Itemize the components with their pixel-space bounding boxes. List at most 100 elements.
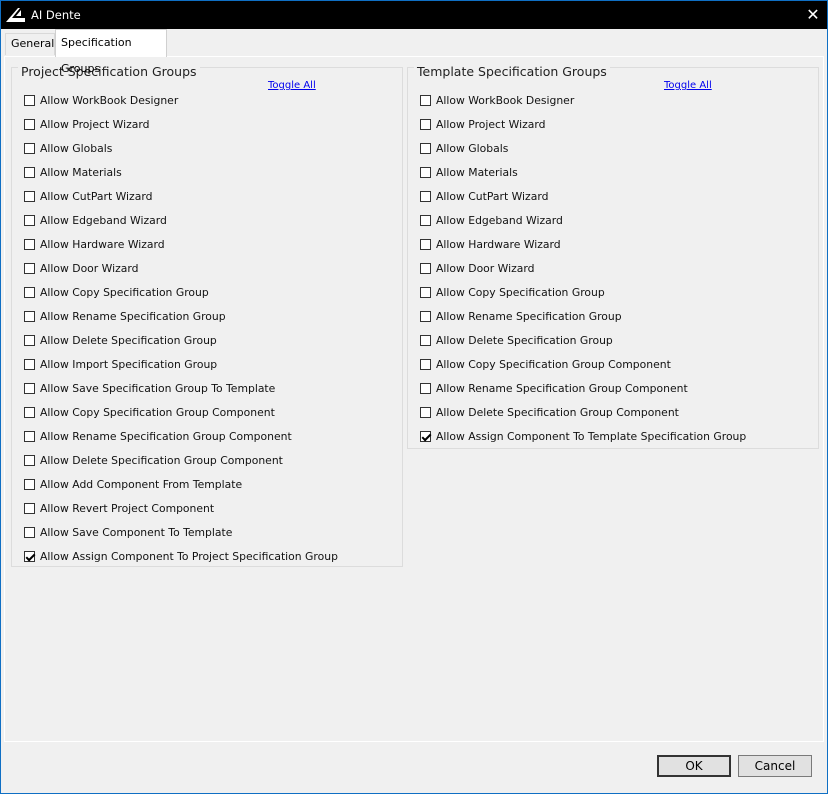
checkbox-label[interactable]: Allow CutPart Wizard <box>436 190 548 203</box>
checkbox[interactable] <box>420 118 431 130</box>
checkbox-label[interactable]: Allow Rename Specification Group <box>436 310 622 323</box>
checkbox-item[interactable]: Allow Materials <box>24 160 338 184</box>
checkbox-label[interactable]: Allow Assign Component To Project Specif… <box>40 550 338 563</box>
checkbox[interactable] <box>420 214 431 226</box>
checkbox-checked[interactable] <box>24 550 35 562</box>
checkbox[interactable] <box>420 190 431 202</box>
checkbox-label[interactable]: Allow WorkBook Designer <box>436 94 574 107</box>
checkbox-item[interactable]: Allow Project Wizard <box>24 112 338 136</box>
checkbox-label[interactable]: Allow Copy Specification Group <box>40 286 209 299</box>
checkbox[interactable] <box>24 238 35 250</box>
checkbox[interactable] <box>24 214 35 226</box>
checkbox[interactable] <box>420 166 431 178</box>
checkbox[interactable] <box>420 94 431 106</box>
checkbox-item[interactable]: Allow Add Component From Template <box>24 472 338 496</box>
checkbox-item[interactable]: Allow Edgeband Wizard <box>24 208 338 232</box>
checkbox-label[interactable]: Allow Rename Specification Group Compone… <box>40 430 292 443</box>
checkbox-label[interactable]: Allow Hardware Wizard <box>40 238 165 251</box>
checkbox[interactable] <box>24 94 35 106</box>
close-icon[interactable]: ✕ <box>799 1 827 29</box>
checkbox-label[interactable]: Allow Revert Project Component <box>40 502 214 515</box>
checkbox-item[interactable]: Allow Rename Specification Group Compone… <box>420 376 746 400</box>
checkbox[interactable] <box>24 478 35 490</box>
checkbox-label[interactable]: Allow Add Component From Template <box>40 478 242 491</box>
checkbox[interactable] <box>420 262 431 274</box>
checkbox-item[interactable]: Allow Rename Specification Group Compone… <box>24 424 338 448</box>
checkbox-item[interactable]: Allow Copy Specification Group <box>420 280 746 304</box>
checkbox-label[interactable]: Allow Delete Specification Group Compone… <box>436 406 679 419</box>
checkbox-item[interactable]: Allow CutPart Wizard <box>24 184 338 208</box>
checkbox-label[interactable]: Allow Save Specification Group To Templa… <box>40 382 275 395</box>
checkbox-item[interactable]: Allow Assign Component To Project Specif… <box>24 544 338 568</box>
ok-button[interactable]: OK <box>657 755 731 777</box>
checkbox-item[interactable]: Allow Hardware Wizard <box>420 232 746 256</box>
checkbox-label[interactable]: Allow Globals <box>40 142 112 155</box>
checkbox-label[interactable]: Allow Copy Specification Group Component <box>40 406 275 419</box>
checkbox-label[interactable]: Allow WorkBook Designer <box>40 94 178 107</box>
checkbox-label[interactable]: Allow Materials <box>40 166 122 179</box>
tab-specification-groups[interactable]: Specification Groups <box>55 29 167 75</box>
checkbox-label[interactable]: Allow Rename Specification Group Compone… <box>436 382 688 395</box>
checkbox[interactable] <box>24 526 35 538</box>
checkbox-item[interactable]: Allow WorkBook Designer <box>24 88 338 112</box>
checkbox[interactable] <box>420 310 431 322</box>
checkbox-item[interactable]: Allow Door Wizard <box>24 256 338 280</box>
checkbox-item[interactable]: Allow Globals <box>24 136 338 160</box>
checkbox-item[interactable]: Allow Delete Specification Group Compone… <box>24 448 338 472</box>
checkbox[interactable] <box>24 310 35 322</box>
checkbox[interactable] <box>420 238 431 250</box>
checkbox-item[interactable]: Allow Delete Specification Group <box>420 328 746 352</box>
cancel-button[interactable]: Cancel <box>738 755 812 777</box>
checkbox-label[interactable]: Allow Door Wizard <box>40 262 138 275</box>
checkbox-item[interactable]: Allow Copy Specification Group Component <box>420 352 746 376</box>
checkbox-label[interactable]: Allow Globals <box>436 142 508 155</box>
checkbox[interactable] <box>420 334 431 346</box>
checkbox[interactable] <box>24 358 35 370</box>
checkbox-label[interactable]: Allow Hardware Wizard <box>436 238 561 251</box>
checkbox-item[interactable]: Allow CutPart Wizard <box>420 184 746 208</box>
checkbox-item[interactable]: Allow Copy Specification Group Component <box>24 400 338 424</box>
checkbox-item[interactable]: Allow Rename Specification Group <box>24 304 338 328</box>
tab-general[interactable]: General <box>5 33 55 55</box>
checkbox[interactable] <box>24 382 35 394</box>
checkbox[interactable] <box>420 358 431 370</box>
title-bar[interactable]: AI Dente ✕ <box>1 1 827 29</box>
checkbox[interactable] <box>420 142 431 154</box>
checkbox-label[interactable]: Allow Import Specification Group <box>40 358 217 371</box>
checkbox-label[interactable]: Allow Project Wizard <box>40 118 149 131</box>
checkbox-label[interactable]: Allow Delete Specification Group <box>436 334 613 347</box>
checkbox-item[interactable]: Allow Delete Specification Group Compone… <box>420 400 746 424</box>
checkbox-item[interactable]: Allow Door Wizard <box>420 256 746 280</box>
checkbox-item[interactable]: Allow Edgeband Wizard <box>420 208 746 232</box>
checkbox-item[interactable]: Allow WorkBook Designer <box>420 88 746 112</box>
checkbox-label[interactable]: Allow Edgeband Wizard <box>40 214 167 227</box>
checkbox-label[interactable]: Allow Rename Specification Group <box>40 310 226 323</box>
checkbox[interactable] <box>420 406 431 418</box>
checkbox-item[interactable]: Allow Rename Specification Group <box>420 304 746 328</box>
checkbox-item[interactable]: Allow Assign Component To Template Speci… <box>420 424 746 448</box>
checkbox-item[interactable]: Allow Globals <box>420 136 746 160</box>
checkbox[interactable] <box>24 166 35 178</box>
checkbox[interactable] <box>24 286 35 298</box>
checkbox-label[interactable]: Allow Assign Component To Template Speci… <box>436 430 746 443</box>
checkbox-label[interactable]: Allow CutPart Wizard <box>40 190 152 203</box>
checkbox-item[interactable]: Allow Save Component To Template <box>24 520 338 544</box>
checkbox[interactable] <box>24 502 35 514</box>
checkbox[interactable] <box>24 454 35 466</box>
checkbox-item[interactable]: Allow Materials <box>420 160 746 184</box>
checkbox-item[interactable]: Allow Save Specification Group To Templa… <box>24 376 338 400</box>
checkbox-item[interactable]: Allow Delete Specification Group <box>24 328 338 352</box>
checkbox-item[interactable]: Allow Project Wizard <box>420 112 746 136</box>
checkbox-label[interactable]: Allow Project Wizard <box>436 118 545 131</box>
checkbox[interactable] <box>420 382 431 394</box>
checkbox-label[interactable]: Allow Copy Specification Group <box>436 286 605 299</box>
checkbox-item[interactable]: Allow Hardware Wizard <box>24 232 338 256</box>
checkbox[interactable] <box>24 262 35 274</box>
checkbox[interactable] <box>24 430 35 442</box>
checkbox-item[interactable]: Allow Import Specification Group <box>24 352 338 376</box>
checkbox-label[interactable]: Allow Delete Specification Group <box>40 334 217 347</box>
checkbox[interactable] <box>24 142 35 154</box>
checkbox[interactable] <box>24 190 35 202</box>
checkbox[interactable] <box>24 406 35 418</box>
checkbox-label[interactable]: Allow Delete Specification Group Compone… <box>40 454 283 467</box>
